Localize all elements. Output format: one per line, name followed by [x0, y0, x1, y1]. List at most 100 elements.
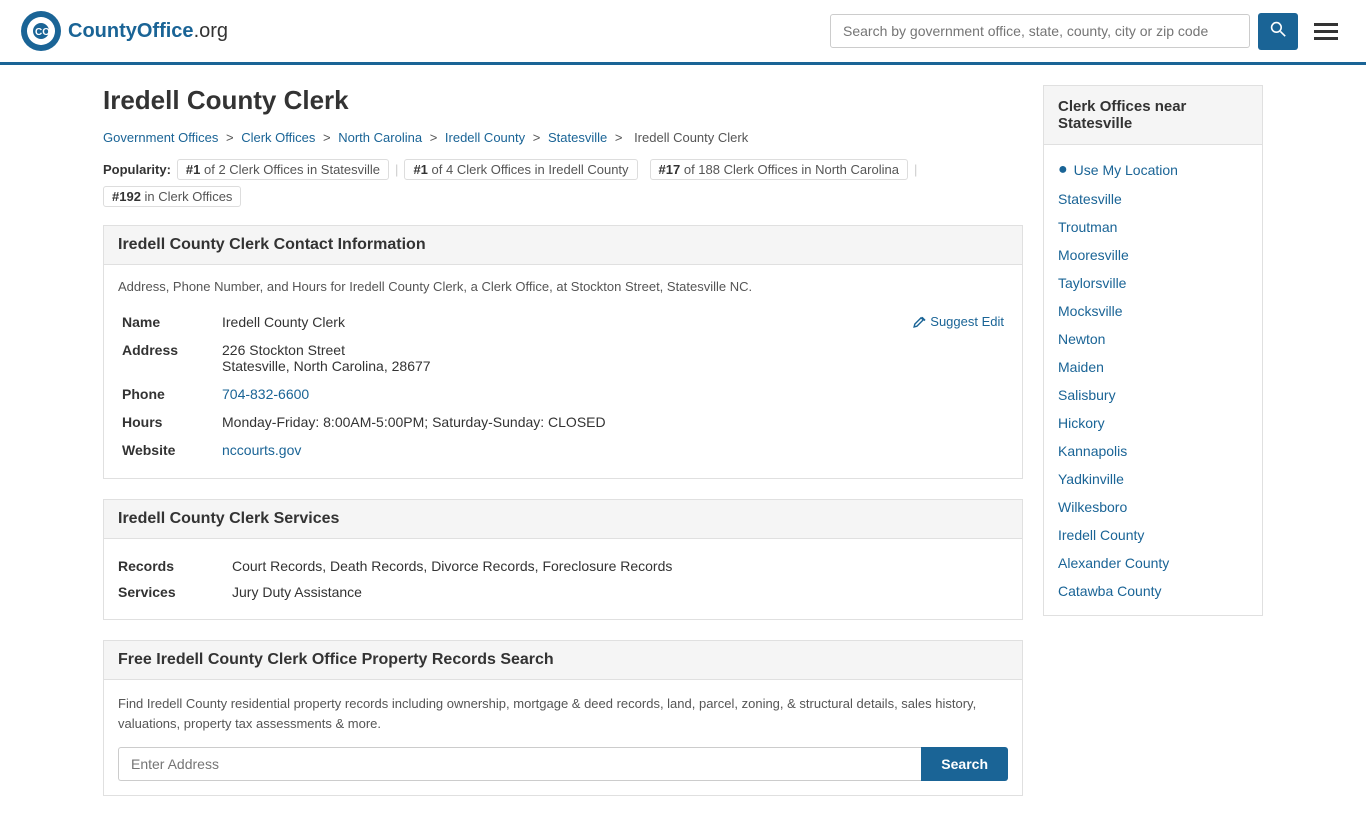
suggest-edit-link[interactable]: Suggest Edit: [912, 314, 1004, 329]
contact-section: Iredell County Clerk Contact Information…: [103, 225, 1023, 479]
breadcrumb-link[interactable]: North Carolina: [338, 130, 422, 145]
contact-table: Name Iredell County Clerk Suggest Edit A…: [118, 308, 1008, 464]
breadcrumb-separator: >: [430, 130, 441, 145]
logo-text: CountyOffice.org: [68, 20, 228, 43]
phone-label: Phone: [118, 380, 218, 408]
hours-value: Monday-Friday: 8:00AM-5:00PM; Saturday-S…: [218, 408, 1008, 436]
content-area: Iredell County Clerk Government Offices …: [103, 85, 1023, 816]
sidebar: Clerk Offices near Statesville ● Use My …: [1043, 85, 1263, 816]
website-value: nccourts.gov: [218, 436, 1008, 464]
sidebar-link[interactable]: Alexander County: [1058, 555, 1169, 571]
website-label: Website: [118, 436, 218, 464]
sidebar-item[interactable]: Catawba County: [1044, 577, 1262, 605]
sidebar-item[interactable]: Yadkinville: [1044, 465, 1262, 493]
records-value: Court Records, Death Records, Divorce Re…: [232, 558, 672, 574]
table-row: Phone 704-832-6600: [118, 380, 1008, 408]
website-link[interactable]: nccourts.gov: [222, 442, 301, 458]
page-title: Iredell County Clerk: [103, 85, 1023, 116]
breadcrumb-link[interactable]: Statesville: [548, 130, 607, 145]
contact-description: Address, Phone Number, and Hours for Ire…: [118, 279, 1008, 294]
table-row: Website nccourts.gov: [118, 436, 1008, 464]
sidebar-item[interactable]: Iredell County: [1044, 521, 1262, 549]
phone-link[interactable]: 704-832-6600: [222, 386, 309, 402]
services-section: Iredell County Clerk Services Records Co…: [103, 499, 1023, 620]
sidebar-link[interactable]: Kannapolis: [1058, 443, 1127, 459]
search-button[interactable]: [1258, 13, 1298, 50]
hamburger-line: [1314, 37, 1338, 40]
sidebar-link[interactable]: Newton: [1058, 331, 1105, 347]
table-row: Hours Monday-Friday: 8:00AM-5:00PM; Satu…: [118, 408, 1008, 436]
breadcrumb-separator: >: [533, 130, 544, 145]
contact-section-header: Iredell County Clerk Contact Information: [103, 225, 1023, 265]
sidebar-link[interactable]: Statesville: [1058, 191, 1122, 207]
sidebar-link[interactable]: Catawba County: [1058, 583, 1162, 599]
svg-text:CO: CO: [35, 27, 50, 38]
table-row: Address 226 Stockton Street Statesville,…: [118, 336, 1008, 380]
sidebar-item[interactable]: Statesville: [1044, 185, 1262, 213]
sidebar-link[interactable]: Salisbury: [1058, 387, 1116, 403]
sidebar-header: Clerk Offices near Statesville: [1043, 85, 1263, 145]
breadcrumb-link[interactable]: Government Offices: [103, 130, 218, 145]
header: CO CountyOffice.org: [0, 0, 1366, 65]
property-search-row: Search: [118, 747, 1008, 781]
sidebar-item[interactable]: Taylorsville: [1044, 269, 1262, 297]
sidebar-item[interactable]: Wilkesboro: [1044, 493, 1262, 521]
popularity-label: Popularity:: [103, 162, 171, 177]
address-label: Address: [118, 336, 218, 380]
sidebar-link[interactable]: Mooresville: [1058, 247, 1129, 263]
sidebar-link[interactable]: Hickory: [1058, 415, 1105, 431]
breadcrumb-link[interactable]: Clerk Offices: [241, 130, 315, 145]
sidebar-link[interactable]: Taylorsville: [1058, 275, 1126, 291]
use-location-link[interactable]: Use My Location: [1074, 162, 1178, 178]
logo-area: CO CountyOffice.org: [20, 10, 228, 52]
property-search-header: Free Iredell County Clerk Office Propert…: [103, 640, 1023, 680]
hamburger-line: [1314, 30, 1338, 33]
popularity-badge: #1 of 4 Clerk Offices in Iredell County: [404, 159, 637, 180]
breadcrumb-separator: >: [226, 130, 237, 145]
popularity-badge: #192 in Clerk Offices: [103, 186, 241, 207]
sidebar-item[interactable]: Alexander County: [1044, 549, 1262, 577]
services-label: Services: [118, 584, 218, 600]
services-row: Services Jury Duty Assistance: [118, 579, 1008, 605]
address-input[interactable]: [118, 747, 921, 781]
property-search-description: Find Iredell County residential property…: [118, 694, 1008, 733]
sidebar-item[interactable]: Salisbury: [1044, 381, 1262, 409]
property-search-content: Find Iredell County residential property…: [103, 680, 1023, 796]
phone-value: 704-832-6600: [218, 380, 1008, 408]
services-value: Jury Duty Assistance: [232, 584, 362, 600]
search-input[interactable]: [830, 14, 1250, 48]
sidebar-item[interactable]: Troutman: [1044, 213, 1262, 241]
table-row: Name Iredell County Clerk Suggest Edit: [118, 308, 1008, 336]
logo-icon: CO: [20, 10, 62, 52]
sidebar-item[interactable]: Maiden: [1044, 353, 1262, 381]
sidebar-list: ● Use My Location Statesville Troutman Moo…: [1043, 145, 1263, 616]
sidebar-link[interactable]: Yadkinville: [1058, 471, 1124, 487]
sidebar-item[interactable]: Kannapolis: [1044, 437, 1262, 465]
name-label: Name: [118, 308, 218, 336]
sidebar-link[interactable]: Mocksville: [1058, 303, 1123, 319]
services-content: Records Court Records, Death Records, Di…: [103, 539, 1023, 620]
sidebar-item[interactable]: Mooresville: [1044, 241, 1262, 269]
popularity-badge: #17 of 188 Clerk Offices in North Caroli…: [650, 159, 908, 180]
sidebar-link[interactable]: Troutman: [1058, 219, 1117, 235]
main-container: Iredell County Clerk Government Offices …: [83, 65, 1283, 816]
property-search-section: Free Iredell County Clerk Office Propert…: [103, 640, 1023, 796]
sidebar-item[interactable]: Hickory: [1044, 409, 1262, 437]
sidebar-item[interactable]: Newton: [1044, 325, 1262, 353]
breadcrumb-separator: >: [615, 130, 626, 145]
search-area: [830, 13, 1346, 50]
popularity-area: Popularity: #1 of 2 Clerk Offices in Sta…: [103, 159, 1023, 207]
popularity-badge: #1 of 2 Clerk Offices in Statesville: [177, 159, 389, 180]
use-location-item[interactable]: ● Use My Location: [1044, 155, 1262, 185]
property-search-button[interactable]: Search: [921, 747, 1008, 781]
name-value: Iredell County Clerk Suggest Edit: [218, 308, 1008, 336]
records-row: Records Court Records, Death Records, Di…: [118, 553, 1008, 579]
sidebar-link[interactable]: Maiden: [1058, 359, 1104, 375]
sidebar-link[interactable]: Wilkesboro: [1058, 499, 1127, 515]
breadcrumb-current: Iredell County Clerk: [634, 130, 748, 145]
sidebar-link[interactable]: Iredell County: [1058, 527, 1144, 543]
breadcrumb-link[interactable]: Iredell County: [445, 130, 525, 145]
hours-label: Hours: [118, 408, 218, 436]
sidebar-item[interactable]: Mocksville: [1044, 297, 1262, 325]
menu-button[interactable]: [1306, 19, 1346, 44]
